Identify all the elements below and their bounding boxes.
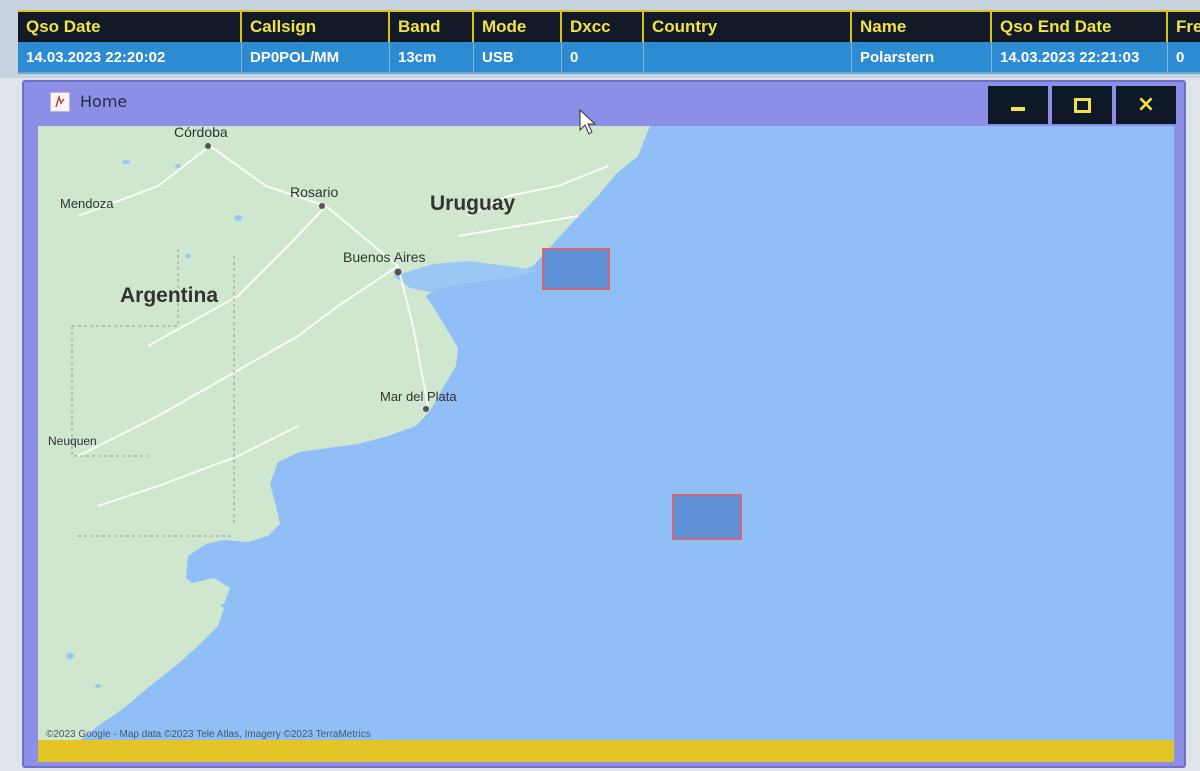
maximize-icon: [1073, 97, 1091, 113]
map-label-buenos-aires: Buenos Aires: [343, 249, 426, 265]
minimize-button[interactable]: [988, 86, 1048, 124]
maximize-button[interactable]: [1052, 86, 1112, 124]
map-attribution: ©2023 Google - Map data ©2023 Tele Atlas…: [46, 729, 371, 740]
column-header-band[interactable]: Band: [390, 12, 474, 42]
map-label-cordoba: Córdoba: [174, 126, 228, 140]
map-label-argentina: Argentina: [120, 284, 219, 307]
column-header-callsign[interactable]: Callsign: [242, 12, 390, 42]
column-header-qso-date[interactable]: Qso Date: [18, 12, 242, 42]
cell-mode[interactable]: USB: [474, 42, 562, 72]
cell-callsign[interactable]: DP0POL/MM: [242, 42, 390, 72]
map-view[interactable]: Córdoba Mendoza Rosario Uruguay Buenos A…: [38, 126, 1174, 742]
cell-band[interactable]: 13cm: [390, 42, 474, 72]
column-header-country[interactable]: Country: [644, 12, 852, 42]
grid-header-row: Qso Date Callsign Band Mode Dxcc Country…: [18, 10, 1200, 44]
qso-location-marker[interactable]: [542, 248, 610, 290]
mouse-cursor-icon: [579, 108, 597, 135]
window-status-bar: [38, 740, 1174, 762]
close-icon: ×: [1136, 92, 1156, 117]
map-label-mendoza: Mendoza: [60, 196, 114, 211]
map-label-mar-del-plata: Mar del Plata: [380, 389, 457, 404]
map-label-neuquen: Neuquen: [48, 434, 97, 448]
qso-log-grid: Qso Date Callsign Band Mode Dxcc Country…: [0, 0, 1200, 78]
qso-location-marker[interactable]: [672, 494, 742, 540]
column-header-name[interactable]: Name: [852, 12, 992, 42]
cell-qso-date[interactable]: 14.03.2023 22:20:02: [18, 42, 242, 72]
column-header-dxcc[interactable]: Dxcc: [562, 12, 644, 42]
cell-qso-end-date[interactable]: 14.03.2023 22:21:03: [992, 42, 1168, 72]
close-button[interactable]: ×: [1116, 86, 1176, 124]
app-logo-icon: [50, 92, 70, 112]
map-land-layer: [38, 126, 650, 742]
column-header-fre[interactable]: Fre: [1168, 12, 1200, 42]
map-label-rosario: Rosario: [290, 184, 339, 200]
column-header-mode[interactable]: Mode: [474, 12, 562, 42]
minimize-icon: [1011, 107, 1025, 111]
map-window: Home × Córdoba Mendoza Rosario Uruguay B…: [22, 80, 1186, 768]
cell-name[interactable]: Polarstern: [852, 42, 992, 72]
map-label-uruguay: Uruguay: [430, 192, 516, 215]
table-row-selected[interactable]: 14.03.2023 22:20:02 DP0POL/MM 13cm USB 0…: [18, 42, 1200, 74]
window-title: Home: [80, 92, 128, 111]
window-titlebar[interactable]: Home ×: [24, 82, 1184, 126]
cell-dxcc[interactable]: 0: [562, 42, 644, 72]
cell-fre[interactable]: 0: [1168, 42, 1200, 72]
cell-country[interactable]: [644, 42, 852, 72]
column-header-qso-end-date[interactable]: Qso End Date: [992, 12, 1168, 42]
